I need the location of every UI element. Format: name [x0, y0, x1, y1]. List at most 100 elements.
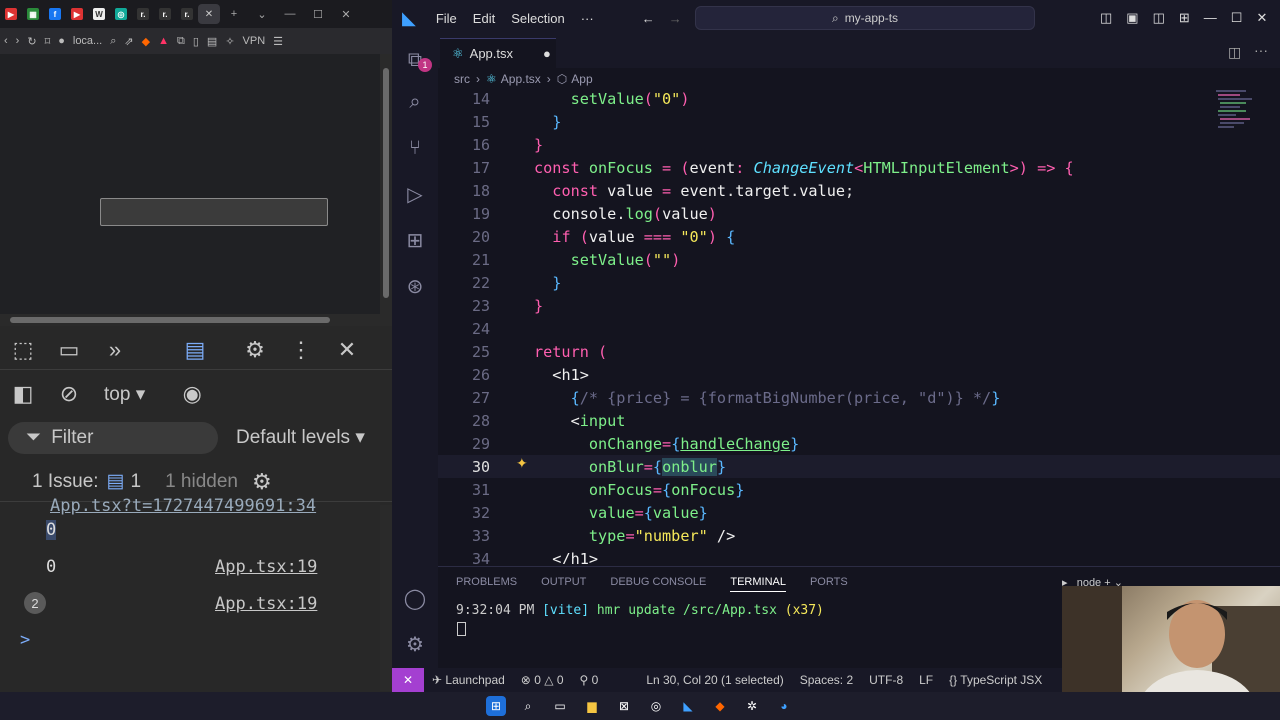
- console-prompt[interactable]: >: [20, 630, 30, 650]
- lightbulb-icon[interactable]: ✦: [516, 455, 528, 472]
- console-source-link[interactable]: App.tsx:19: [215, 594, 317, 614]
- zoom-icon[interactable]: ⌕: [110, 35, 116, 48]
- more-actions-icon[interactable]: ···: [1254, 42, 1268, 58]
- console-scrollbar[interactable]: [380, 505, 392, 691]
- tab-debug-console[interactable]: DEBUG CONSOLE: [610, 576, 706, 592]
- forward-icon[interactable]: ›: [16, 35, 20, 47]
- active-tab-close[interactable]: ✕: [198, 4, 220, 24]
- vpn-button[interactable]: VPN: [243, 35, 266, 47]
- search-icon[interactable]: ⌕: [392, 82, 438, 122]
- console-source-link[interactable]: App.tsx:19: [215, 557, 317, 577]
- account-icon[interactable]: ◯: [392, 578, 438, 618]
- ports-item[interactable]: ⚲ 0: [580, 673, 599, 687]
- log-levels-dropdown[interactable]: Default levels ▾: [236, 426, 365, 449]
- explorer-icon[interactable]: ⧉: [392, 40, 438, 80]
- forward-icon[interactable]: →: [669, 11, 682, 26]
- extensions-icon[interactable]: ⊞: [392, 220, 438, 260]
- code-editor[interactable]: 14 15 16 17 18 19 20 21 22 23 24 25 26 2…: [438, 88, 1280, 564]
- more-options-icon[interactable]: ⋮: [278, 331, 324, 369]
- layout-icon[interactable]: ⊞: [1179, 10, 1190, 26]
- breadcrumb-symbol[interactable]: App: [571, 72, 592, 86]
- sidebar-toggle-icon[interactable]: ◧: [0, 375, 46, 413]
- close-icon[interactable]: ✕: [324, 331, 370, 369]
- browser-tab[interactable]: ▦: [22, 4, 44, 24]
- inspect-element-icon[interactable]: ⬚: [0, 331, 46, 369]
- bookmark-icon[interactable]: ⌑: [45, 35, 51, 48]
- breadcrumb-folder[interactable]: src: [454, 72, 470, 86]
- clear-console-icon[interactable]: ⊘: [46, 375, 92, 413]
- context-select[interactable]: top ▾: [104, 383, 145, 406]
- chevron-down-icon[interactable]: ⌄: [248, 8, 276, 21]
- search-icon[interactable]: ⌕: [518, 696, 538, 716]
- menu-file[interactable]: File: [436, 11, 457, 26]
- browser-tab[interactable]: r.: [154, 4, 176, 24]
- browser-tab[interactable]: f: [44, 4, 66, 24]
- back-icon[interactable]: ←: [642, 11, 655, 26]
- messenger-icon[interactable]: ◕: [774, 696, 794, 716]
- menu-icon[interactable]: ☰: [273, 35, 283, 48]
- maximize-button[interactable]: ☐: [1231, 10, 1243, 26]
- problems-item[interactable]: ⊗ 0 △ 0: [521, 673, 564, 687]
- rewards-icon[interactable]: ▲: [158, 35, 169, 47]
- address-text[interactable]: loca...: [73, 35, 102, 47]
- back-icon[interactable]: ‹: [4, 35, 8, 47]
- brave-icon[interactable]: ◆: [710, 696, 730, 716]
- tab-output[interactable]: OUTPUT: [541, 576, 586, 592]
- source-control-icon[interactable]: ⑂: [392, 128, 438, 168]
- extensions-icon[interactable]: ⧉: [177, 35, 185, 48]
- terminal-app-icon[interactable]: ⊠: [614, 696, 634, 716]
- close-window-button[interactable]: ✕: [1256, 10, 1267, 26]
- folder-icon[interactable]: ▆: [582, 696, 602, 716]
- line-ending[interactable]: LF: [919, 673, 933, 687]
- minimap[interactable]: [1214, 88, 1264, 148]
- browser-tab[interactable]: W: [88, 4, 110, 24]
- minimize-button[interactable]: —: [1204, 10, 1217, 26]
- console-source-link[interactable]: App.tsx?t=1727447499691:34: [50, 496, 316, 516]
- toggle-panel-icon[interactable]: ▣: [1126, 10, 1138, 26]
- tab-problems[interactable]: PROBLEMS: [456, 576, 517, 592]
- toggle-sidebar-icon[interactable]: ◫: [1100, 10, 1112, 26]
- browser-tab[interactable]: ▶: [66, 4, 88, 24]
- menu-edit[interactable]: Edit: [473, 11, 495, 26]
- close-window-button[interactable]: ✕: [332, 8, 360, 21]
- menu-selection[interactable]: Selection: [511, 11, 564, 26]
- menu-more[interactable]: ···: [581, 11, 594, 26]
- split-editor-icon[interactable]: ◫: [1228, 44, 1241, 61]
- github-icon[interactable]: ◎: [646, 696, 666, 716]
- maximize-button[interactable]: ☐: [304, 8, 332, 21]
- reload-icon[interactable]: ↻: [27, 35, 36, 48]
- page-vertical-scrollbar[interactable]: [380, 54, 392, 316]
- command-center[interactable]: ⌕ my-app-ts: [695, 6, 1035, 30]
- breadcrumb-file[interactable]: App.tsx: [501, 72, 541, 86]
- number-input[interactable]: [100, 198, 328, 226]
- share-icon[interactable]: ⇗: [124, 35, 133, 48]
- minimize-button[interactable]: —: [276, 8, 304, 20]
- filter-input[interactable]: ⏷ Filter: [8, 422, 218, 454]
- tab-terminal[interactable]: TERMINAL: [730, 576, 786, 592]
- launchpad-item[interactable]: ✈ Launchpad: [432, 673, 505, 687]
- tab-app-tsx[interactable]: ⚛ App.tsx ●: [440, 38, 556, 68]
- browser-tab[interactable]: r.: [132, 4, 154, 24]
- start-icon[interactable]: ⊞: [486, 696, 506, 716]
- unsaved-dot-icon[interactable]: ●: [543, 46, 551, 61]
- page-horizontal-scrollbar[interactable]: [0, 314, 392, 326]
- brave-shield-icon[interactable]: ◆: [142, 35, 150, 48]
- browser-tab[interactable]: ▶: [0, 4, 22, 24]
- run-debug-icon[interactable]: ▷: [392, 174, 438, 214]
- more-tabs-icon[interactable]: »: [92, 331, 138, 369]
- vscode-icon[interactable]: ◣: [678, 696, 698, 716]
- remote-icon[interactable]: ✕: [392, 668, 424, 692]
- gear-icon[interactable]: ⚙: [252, 469, 272, 495]
- eye-icon[interactable]: ◉: [169, 375, 215, 413]
- toggle-secondary-icon[interactable]: ◫: [1153, 10, 1165, 26]
- wallet-icon[interactable]: ▤: [207, 35, 217, 48]
- sidebar-icon[interactable]: ▯: [193, 35, 199, 48]
- issues-label[interactable]: 1 Issue:: [32, 471, 99, 493]
- gear-icon[interactable]: ⚙: [232, 331, 278, 369]
- leo-icon[interactable]: ✧: [225, 35, 234, 48]
- encoding[interactable]: UTF-8: [869, 673, 903, 687]
- messages-icon[interactable]: ▤: [172, 331, 218, 369]
- cursor-position[interactable]: Ln 30, Col 20 (1 selected): [646, 673, 783, 687]
- app-icon[interactable]: ✲: [742, 696, 762, 716]
- browser-tab[interactable]: r.: [176, 4, 198, 24]
